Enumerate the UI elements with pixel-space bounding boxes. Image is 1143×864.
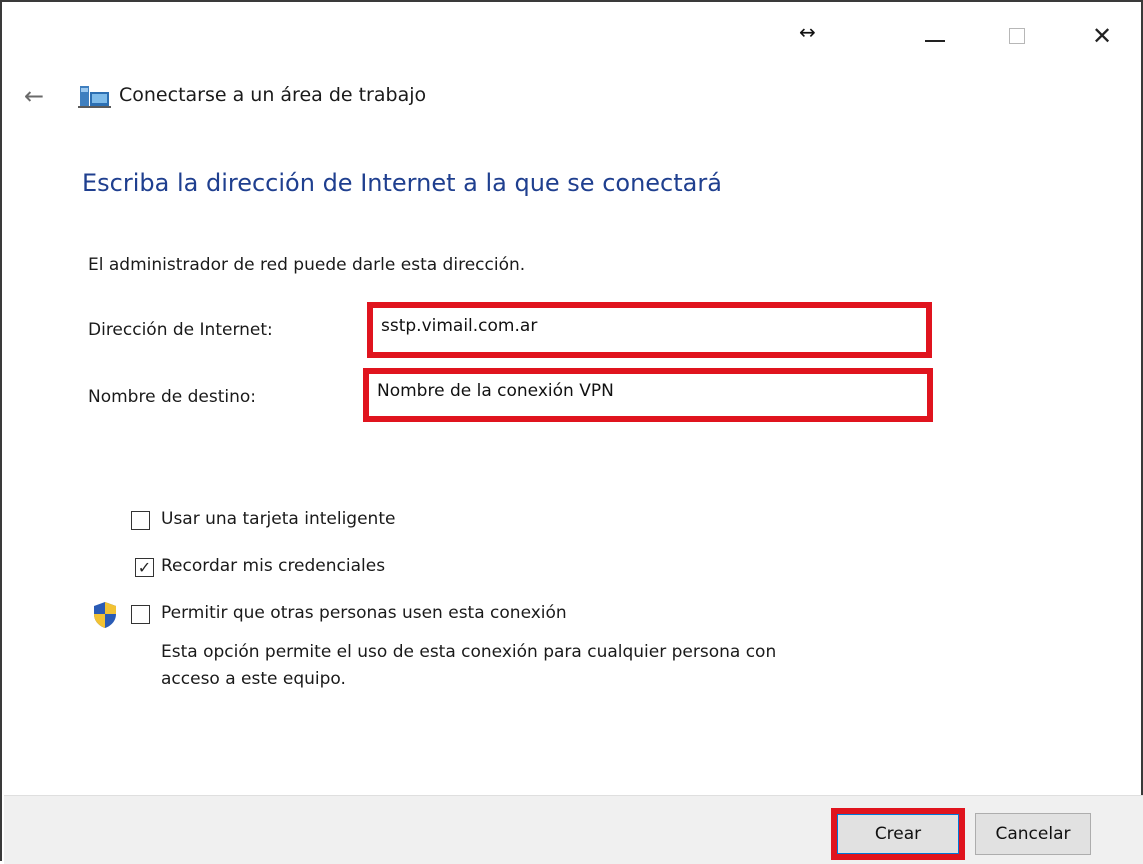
- cancel-button[interactable]: Cancelar: [975, 813, 1091, 855]
- page-heading: Escriba la dirección de Internet a la qu…: [82, 169, 722, 197]
- smartcard-checkbox[interactable]: [131, 511, 150, 530]
- smartcard-label[interactable]: Usar una tarjeta inteligente: [161, 509, 395, 529]
- minimize-button[interactable]: [905, 16, 965, 56]
- internet-address-label: Dirección de Internet:: [88, 320, 273, 340]
- close-button[interactable]: ✕: [1072, 16, 1132, 56]
- checkmark-icon: ✓: [137, 557, 152, 577]
- close-icon: ✕: [1091, 22, 1113, 50]
- remember-credentials-label[interactable]: Recordar mis credenciales: [161, 556, 385, 576]
- dialog-window: ↔ ✕ ← Conectarse a un área de trabajo Es…: [0, 0, 1143, 864]
- minimize-icon: [925, 40, 945, 42]
- uac-shield-icon: [94, 602, 116, 628]
- allow-others-description: Esta opción permite el uso de esta conex…: [161, 642, 777, 689]
- internet-address-input[interactable]: sstp.vimail.com.ar: [367, 302, 932, 358]
- resize-cursor-icon: ↔: [799, 20, 816, 44]
- allow-others-checkbox[interactable]: [131, 605, 150, 624]
- dialog-footer: [4, 795, 1143, 864]
- destination-name-input[interactable]: Nombre de la conexión VPN: [363, 368, 933, 422]
- back-arrow-icon[interactable]: ←: [24, 82, 44, 110]
- window-title: Conectarse a un área de trabajo: [119, 84, 427, 106]
- allow-others-label[interactable]: Permitir que otras personas usen esta co…: [161, 603, 567, 623]
- remember-credentials-checkbox[interactable]: ✓: [135, 558, 154, 577]
- intro-text: El administrador de red puede darle esta…: [88, 255, 526, 275]
- create-button-label: Crear: [837, 814, 959, 854]
- create-button[interactable]: Crear: [831, 808, 965, 860]
- maximize-button[interactable]: [987, 16, 1047, 56]
- maximize-icon: [1009, 28, 1025, 44]
- network-workplace-icon: [78, 86, 111, 108]
- destination-name-label: Nombre de destino:: [88, 387, 256, 407]
